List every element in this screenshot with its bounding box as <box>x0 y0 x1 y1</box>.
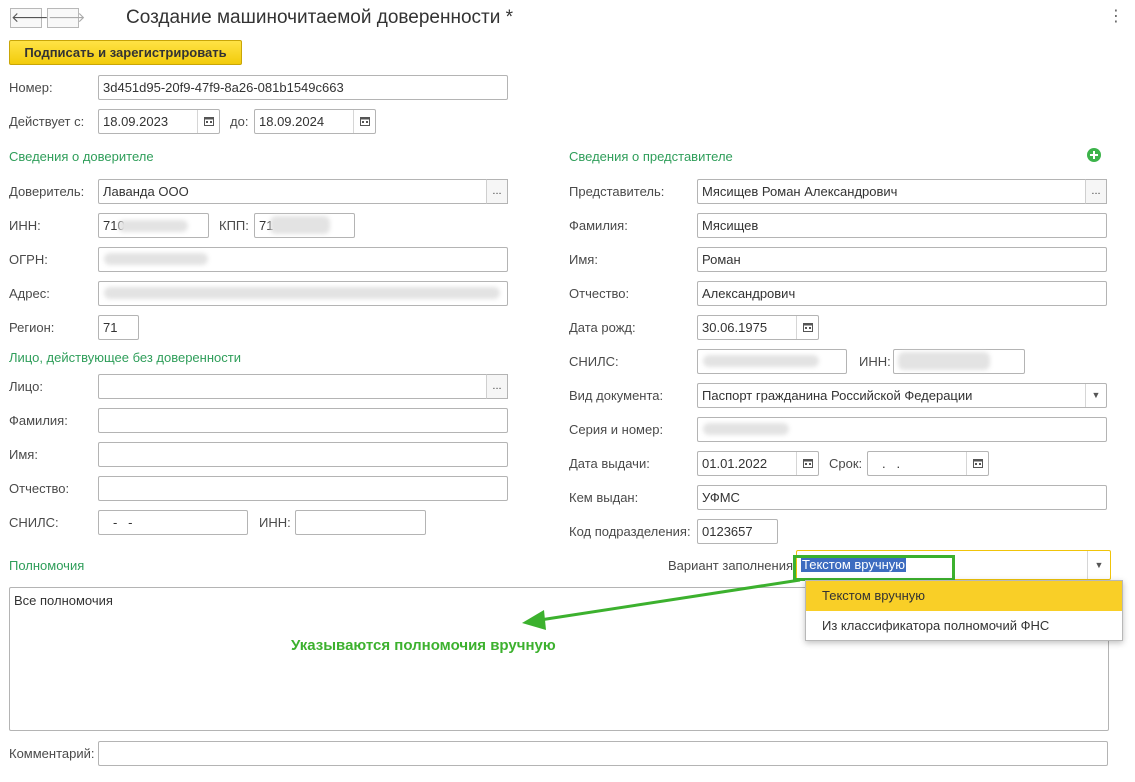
region-label: Регион: <box>9 320 55 335</box>
issued-by-label: Кем выдан: <box>569 490 639 505</box>
powers-section-title: Полномочия <box>9 558 85 573</box>
doc-type-value: Паспорт гражданина Российской Федерации <box>702 388 973 403</box>
rep-inn-label: ИНН: <box>859 354 891 369</box>
doc-type-label: Вид документа: <box>569 388 664 403</box>
rep-lastname-label: Фамилия: <box>569 218 628 233</box>
calendar-icon[interactable] <box>966 452 988 475</box>
principal-value: Лаванда ООО <box>103 184 189 199</box>
person-patronymic-field[interactable] <box>98 476 508 501</box>
term-field[interactable]: . . <box>867 451 989 476</box>
person-lastname-field[interactable] <box>98 408 508 433</box>
region-value: 71 <box>103 320 118 335</box>
dept-code-field[interactable]: 0123657 <box>697 519 778 544</box>
valid-from-field[interactable]: 18.09.2023 <box>98 109 220 134</box>
forward-button[interactable]: 🡒 <box>47 8 86 28</box>
calendar-icon[interactable] <box>796 316 818 339</box>
redacted-series <box>703 423 789 435</box>
rep-birth-label: Дата рожд: <box>569 320 636 335</box>
rep-value: Мясищев Роман Александрович <box>702 184 898 199</box>
term-label: Срок: <box>829 456 863 471</box>
number-field[interactable]: 3d451d95-20f9-47f9-8a26-081b1549c663 <box>98 75 508 100</box>
rep-birth-value: 30.06.1975 <box>702 320 768 335</box>
person-section-title: Лицо, действующее без доверенности <box>9 350 241 365</box>
number-label: Номер: <box>9 80 53 95</box>
rep-patronymic-field[interactable]: Александрович <box>697 281 1107 306</box>
redacted-address <box>104 287 500 299</box>
issued-by-field[interactable]: УФМС <box>697 485 1107 510</box>
comment-field[interactable] <box>98 741 1108 766</box>
sign-button-label: Подписать и зарегистрировать <box>24 45 227 60</box>
valid-to-field[interactable]: 18.09.2024 <box>254 109 376 134</box>
person-snils-field[interactable]: - - <box>98 510 248 535</box>
ogrn-label: ОГРН: <box>9 252 48 267</box>
rep-firstname-field[interactable]: Роман <box>697 247 1107 272</box>
valid-to-value: 18.09.2024 <box>259 114 325 129</box>
issue-date-value: 01.01.2022 <box>702 456 768 471</box>
dropdown-option-classifier-label: Из классификатора полномочий ФНС <box>822 618 1050 633</box>
annotation-text: Указываются полномочия вручную <box>291 637 556 654</box>
kpp-label: КПП: <box>219 218 249 233</box>
person-select-button[interactable]: ... <box>486 374 508 399</box>
sign-and-register-button[interactable]: Подписать и зарегистрировать <box>9 40 242 65</box>
region-field[interactable]: 71 <box>98 315 139 340</box>
more-menu-icon[interactable]: ⋮ <box>1108 8 1124 26</box>
inn-label: ИНН: <box>9 218 41 233</box>
chevron-down-icon[interactable]: ▼ <box>1085 384 1106 407</box>
calendar-icon[interactable] <box>796 452 818 475</box>
person-snils-value: - - <box>113 515 133 530</box>
issue-date-field[interactable]: 01.01.2022 <box>697 451 819 476</box>
principal-field[interactable]: Лаванда ООО <box>98 179 508 204</box>
page-title: Создание машиночитаемой доверенности * <box>126 7 514 28</box>
person-inn-field[interactable] <box>295 510 426 535</box>
powers-text-value: Все полномочия <box>14 593 113 608</box>
person-firstname-label: Имя: <box>9 447 38 462</box>
valid-from-value: 18.09.2023 <box>103 114 169 129</box>
term-value: . . <box>882 456 901 471</box>
rep-firstname-label: Имя: <box>569 252 598 267</box>
valid-from-label: Действует с: <box>9 114 85 129</box>
representative-section-title: Сведения о представителе <box>569 149 733 164</box>
rep-lastname-field[interactable]: Мясищев <box>697 213 1107 238</box>
rep-field[interactable]: Мясищев Роман Александрович <box>697 179 1107 204</box>
principal-section-title: Сведения о доверителе <box>9 149 154 164</box>
valid-to-label: до: <box>230 114 249 129</box>
redacted-snils <box>703 355 819 367</box>
dept-code-label: Код подразделения: <box>569 524 691 539</box>
calendar-icon[interactable] <box>353 110 375 133</box>
redacted-kpp <box>270 216 330 234</box>
rep-patronymic-label: Отчество: <box>569 286 630 301</box>
fill-variant-dropdown: Текстом вручную Из классификатора полном… <box>805 580 1123 641</box>
person-label: Лицо: <box>9 379 43 394</box>
arrow-left-icon: 🡐 <box>11 9 49 25</box>
rep-snils-label: СНИЛС: <box>569 354 619 369</box>
dropdown-option-manual-label: Текстом вручную <box>822 588 926 603</box>
dropdown-option-classifier[interactable]: Из классификатора полномочий ФНС <box>806 611 1122 640</box>
series-label: Серия и номер: <box>569 422 664 437</box>
person-snils-label: СНИЛС: <box>9 515 59 530</box>
redacted-rep-inn <box>898 352 990 370</box>
person-field[interactable] <box>98 374 508 399</box>
doc-type-select[interactable]: Паспорт гражданина Российской Федерации … <box>697 383 1107 408</box>
rep-birth-field[interactable]: 30.06.1975 <box>697 315 819 340</box>
person-patronymic-label: Отчество: <box>9 481 70 496</box>
chevron-down-icon[interactable]: ▼ <box>1087 551 1110 579</box>
calendar-icon[interactable] <box>197 110 219 133</box>
annotation-arrow <box>522 578 801 630</box>
dropdown-option-manual[interactable]: Текстом вручную <box>806 581 1122 611</box>
principal-label: Доверитель: <box>9 184 85 199</box>
add-plus-icon[interactable] <box>1087 148 1101 162</box>
arrow-right-icon: 🡒 <box>48 9 86 25</box>
back-button[interactable]: 🡐 <box>10 8 49 28</box>
person-lastname-label: Фамилия: <box>9 413 68 428</box>
redacted-ogrn <box>104 253 208 265</box>
comment-label: Комментарий: <box>9 746 95 761</box>
person-inn-label: ИНН: <box>259 515 291 530</box>
rep-label: Представитель: <box>569 184 665 199</box>
person-firstname-field[interactable] <box>98 442 508 467</box>
redacted-inn <box>118 220 188 232</box>
rep-select-button[interactable]: ... <box>1085 179 1107 204</box>
address-label: Адрес: <box>9 286 50 301</box>
issue-date-label: Дата выдачи: <box>569 456 650 471</box>
principal-select-button[interactable]: ... <box>486 179 508 204</box>
